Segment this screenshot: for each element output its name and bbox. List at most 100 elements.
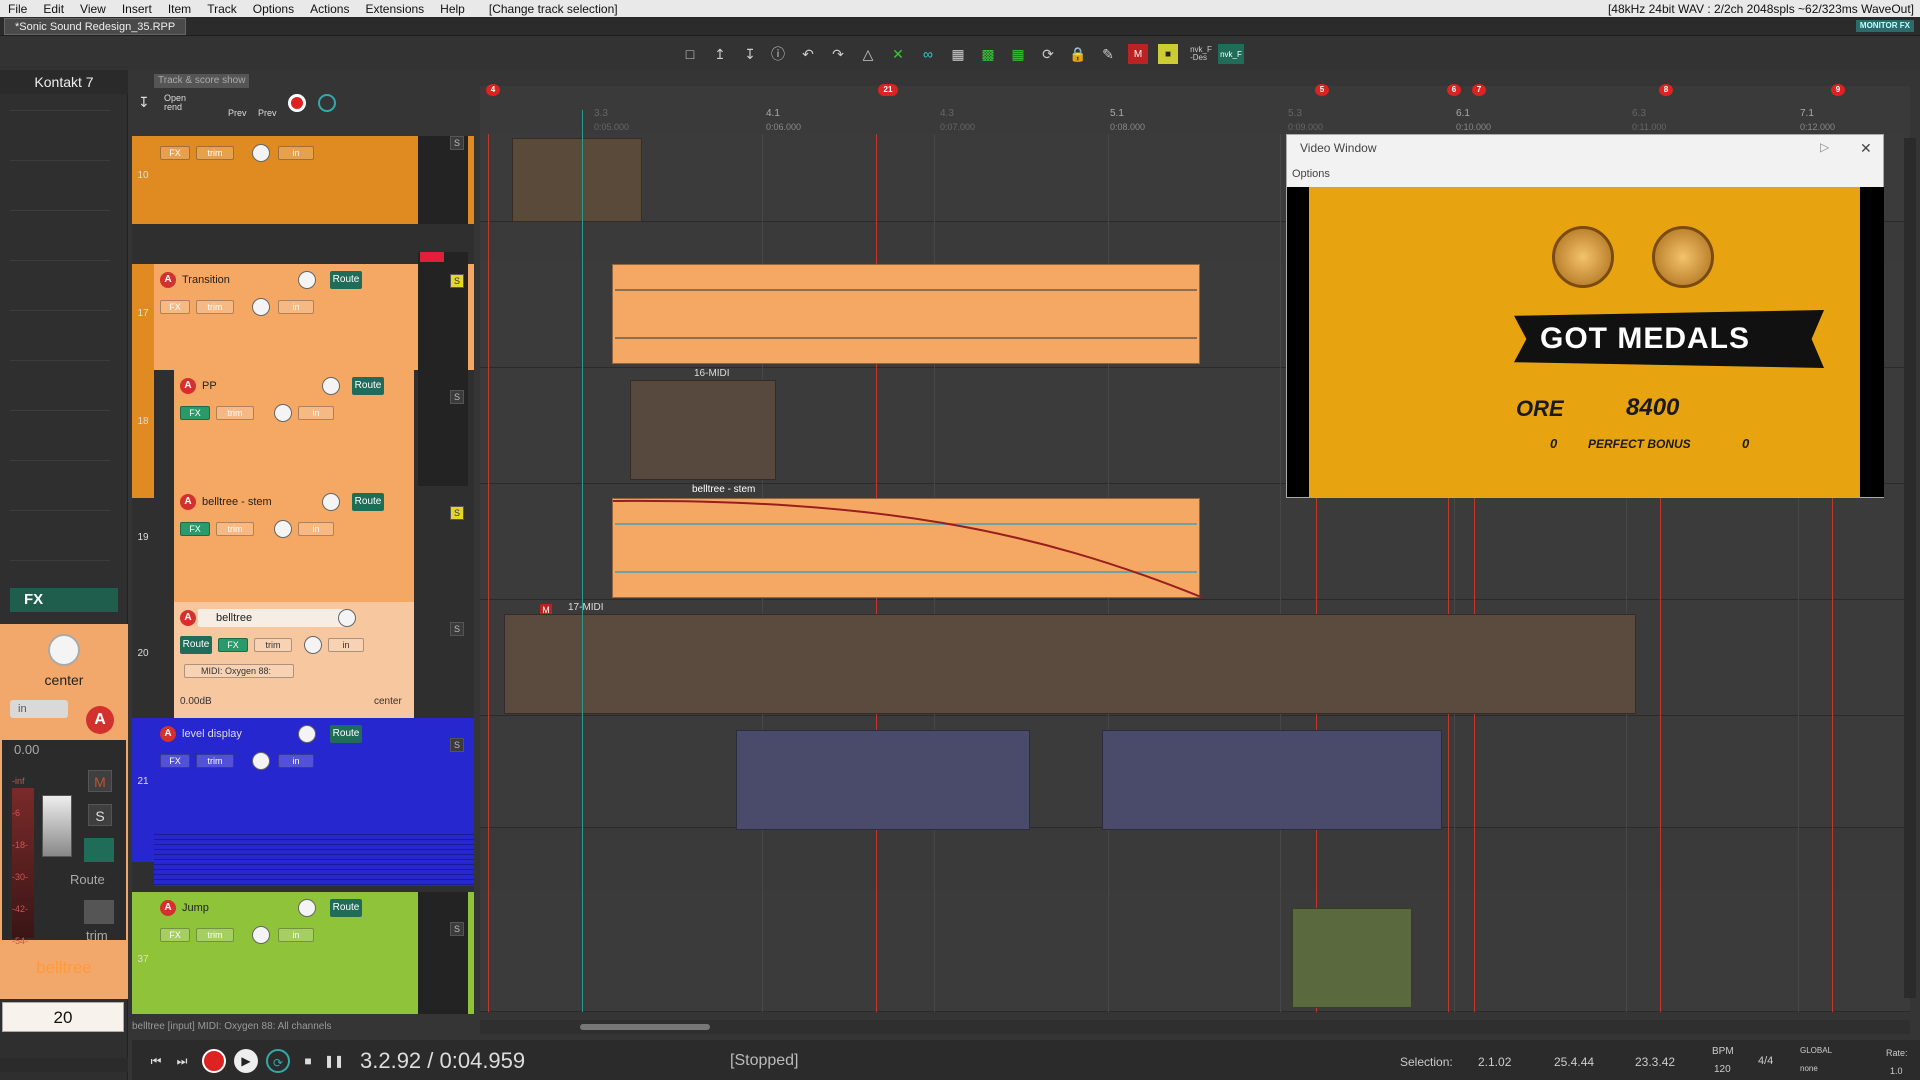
volume-fader[interactable] xyxy=(42,795,72,857)
fx-button[interactable]: FX xyxy=(160,300,190,314)
record-button[interactable] xyxy=(202,1049,226,1073)
marker[interactable]: 9 xyxy=(1831,84,1845,96)
route-button[interactable]: Route xyxy=(330,899,362,917)
settings-icon[interactable] xyxy=(318,94,336,112)
global-automation-value[interactable]: none xyxy=(1800,1064,1818,1073)
redo-icon[interactable]: ↷ xyxy=(828,44,848,64)
marker[interactable]: 8 xyxy=(1659,84,1673,96)
route-button[interactable]: Route xyxy=(180,636,212,654)
fx-button[interactable]: FX xyxy=(160,928,190,942)
input-button[interactable]: in xyxy=(298,406,334,420)
media-item[interactable] xyxy=(1292,908,1412,1008)
preview-button-1[interactable]: Prev xyxy=(228,108,247,118)
record-arm-button[interactable]: A xyxy=(180,610,196,626)
fx-button[interactable]: FX xyxy=(160,146,190,160)
route-icon[interactable] xyxy=(84,838,114,862)
menu-actions[interactable]: Actions xyxy=(302,2,357,16)
route-button[interactable]: Route xyxy=(330,271,362,289)
pan-knob[interactable] xyxy=(274,520,292,538)
pan-knob[interactable] xyxy=(48,634,80,666)
marker[interactable]: 5 xyxy=(1315,84,1329,96)
input-button[interactable]: in xyxy=(10,700,68,718)
close-icon[interactable]: ✕ xyxy=(1860,140,1872,157)
fx-button[interactable]: FX xyxy=(160,754,190,768)
trim-button[interactable]: trim xyxy=(196,754,234,768)
fx-button[interactable]: FX xyxy=(10,588,118,612)
script-icon[interactable]: ■ xyxy=(1158,44,1178,64)
volume-knob[interactable] xyxy=(298,725,316,743)
mute-button[interactable]: M xyxy=(88,770,112,792)
nvk-f-button[interactable]: nvk_F xyxy=(1218,44,1244,64)
volume-knob[interactable] xyxy=(322,493,340,511)
solo-button[interactable]: S xyxy=(450,274,464,288)
fx-button[interactable]: FX xyxy=(218,638,248,652)
track-name[interactable]: Transition xyxy=(160,271,312,289)
midi-input-selector[interactable]: MIDI: Oxygen 88: xyxy=(184,664,294,678)
menu-extensions[interactable]: Extensions xyxy=(357,2,432,16)
marker[interactable]: 7 xyxy=(1472,84,1486,96)
marker[interactable]: 4 xyxy=(486,84,500,96)
menu-track[interactable]: Track xyxy=(199,2,245,16)
scroll-thumb[interactable] xyxy=(580,1024,710,1030)
metronome-icon[interactable]: △ xyxy=(858,44,878,64)
m-script-icon[interactable]: M xyxy=(1128,44,1148,64)
route-button[interactable]: Route xyxy=(352,377,384,395)
snap-icon[interactable]: ▩ xyxy=(978,44,998,64)
rate-value[interactable]: 1.0 xyxy=(1890,1066,1903,1076)
menu-edit[interactable]: Edit xyxy=(35,2,72,16)
midi-item[interactable] xyxy=(504,614,1636,714)
media-item-belltree-stem[interactable] xyxy=(612,498,1201,598)
project-tab[interactable]: *Sonic Sound Redesign_35.RPP xyxy=(4,18,187,35)
pan-knob[interactable] xyxy=(274,404,292,422)
track-name[interactable]: Jump xyxy=(160,899,312,917)
track-level-display[interactable]: A level display Route FX trim in xyxy=(154,718,474,830)
pan-knob[interactable] xyxy=(252,144,270,162)
midi-item[interactable] xyxy=(630,380,776,480)
track-name[interactable]: PP xyxy=(180,377,332,395)
download-icon[interactable]: ↧ xyxy=(138,94,150,111)
pause-button[interactable]: ❚❚ xyxy=(322,1049,346,1073)
media-item[interactable] xyxy=(736,730,1030,830)
track-name[interactable]: belltree - stem xyxy=(180,493,332,511)
grid-icon[interactable]: ▦ xyxy=(948,44,968,64)
track-name[interactable]: level display xyxy=(160,725,312,743)
track-belltree[interactable]: A belltree Route FX trim in MIDI: Oxygen… xyxy=(174,602,414,718)
menu-view[interactable]: View xyxy=(72,2,114,16)
trim-button[interactable]: trim xyxy=(254,638,292,652)
menu-help[interactable]: Help xyxy=(432,2,473,16)
media-item-transition[interactable] xyxy=(612,264,1200,364)
menu-file[interactable]: File xyxy=(0,2,35,16)
track-pp[interactable]: A PP Route FX trim in xyxy=(174,370,414,486)
input-button[interactable]: in xyxy=(278,300,314,314)
volume-knob[interactable] xyxy=(298,271,316,289)
info-icon[interactable]: ⓘ xyxy=(768,44,788,64)
play-button[interactable]: ▶ xyxy=(234,1049,258,1073)
trim-button[interactable]: trim xyxy=(196,928,234,942)
solo-button[interactable]: S xyxy=(450,622,464,636)
input-button[interactable]: in xyxy=(278,146,314,160)
track-name[interactable]: belltree xyxy=(198,609,350,627)
trim-button[interactable]: trim xyxy=(196,146,234,160)
nvk-des-button[interactable]: nvk_F -Des xyxy=(1188,44,1214,64)
route-button[interactable]: Route xyxy=(330,725,362,743)
trim-button[interactable]: trim xyxy=(216,406,254,420)
solo-button[interactable]: S xyxy=(88,804,112,826)
selection-length[interactable]: 23.3.42 xyxy=(1635,1055,1675,1069)
pan-knob[interactable] xyxy=(252,752,270,770)
marker[interactable]: 21 xyxy=(878,84,898,96)
vertical-scrollbar[interactable] xyxy=(1904,138,1916,998)
media-item[interactable] xyxy=(1102,730,1442,830)
go-to-start-icon[interactable]: ⏮ xyxy=(144,1049,168,1073)
pan-knob[interactable] xyxy=(304,636,322,654)
selection-start[interactable]: 2.1.02 xyxy=(1478,1055,1511,1069)
loop-icon[interactable]: ⟳ xyxy=(1038,44,1058,64)
trim-button[interactable]: trim xyxy=(196,300,234,314)
snap-grid-icon[interactable]: ▦ xyxy=(1008,44,1028,64)
pin-icon[interactable]: ▷ xyxy=(1820,140,1829,154)
pan-knob[interactable] xyxy=(252,298,270,316)
solo-button[interactable]: S xyxy=(450,922,464,936)
repeat-icon[interactable]: ⟳ xyxy=(266,1049,290,1073)
menu-item[interactable]: Item xyxy=(160,2,199,16)
solo-button[interactable]: S xyxy=(450,390,464,404)
monitor-fx-button[interactable]: MONITOR FX xyxy=(1855,20,1914,32)
